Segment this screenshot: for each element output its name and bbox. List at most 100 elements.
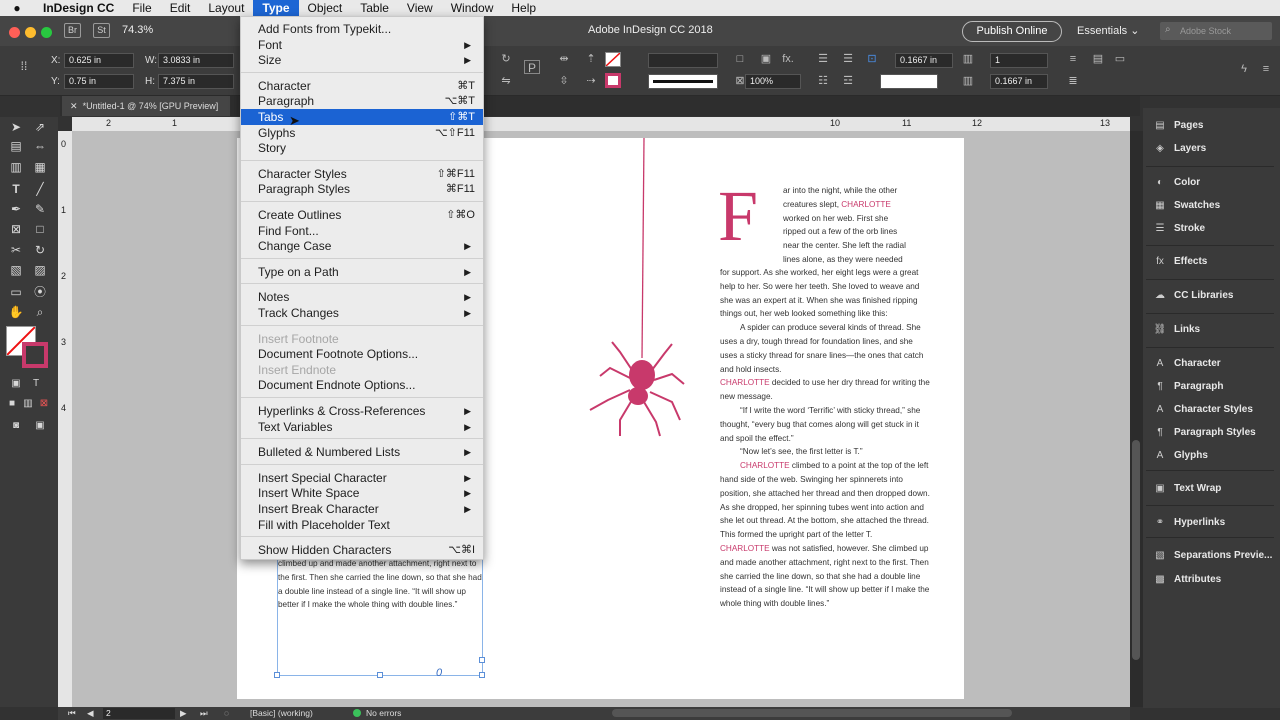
panel-links[interactable]: ⛓ Links <box>1152 321 1200 339</box>
auto-size-icon[interactable]: ▤ <box>1090 52 1106 66</box>
span-columns-icon[interactable]: ≣ <box>1065 74 1081 88</box>
h-field[interactable]: 7.375 in <box>158 74 234 89</box>
menu-item-type-on-a-path[interactable]: Type on a Path ▶ <box>241 264 483 280</box>
panel-cc-libraries[interactable]: ☁ CC Libraries <box>1152 287 1233 305</box>
panel-character-styles[interactable]: A Character Styles <box>1152 401 1253 419</box>
menu-type[interactable]: Type <box>253 0 299 16</box>
fill-none-swatch[interactable] <box>605 52 621 67</box>
story-wrap-text[interactable]: ar into the night, while the other creat… <box>783 184 927 267</box>
formatting-text-icon[interactable]: T <box>28 376 44 392</box>
select-container-icon[interactable]: ⇡ <box>583 52 599 66</box>
apply-none-icon[interactable]: ⊠ <box>36 396 52 412</box>
menu-item-bulleted-numbered-lists[interactable]: Bulleted & Numbered Lists ▶ <box>241 444 483 460</box>
line-tool-icon[interactable]: ╱ <box>32 181 48 197</box>
menu-item-fill-with-placeholder-text[interactable]: Fill with Placeholder Text <box>241 517 483 533</box>
menu-item-change-case[interactable]: Change Case ▶ <box>241 238 483 254</box>
screen-mode-icon[interactable]: ▣ <box>32 418 48 434</box>
last-page-icon[interactable]: ⏭ <box>200 708 208 719</box>
columns-icon[interactable]: ▥ <box>960 52 976 66</box>
menu-item-hyperlinks-cross-references[interactable]: Hyperlinks & Cross-References ▶ <box>241 403 483 419</box>
opacity-field[interactable]: 100% <box>745 74 801 89</box>
bridge-icon[interactable]: Br <box>64 23 81 38</box>
minimize-window-button[interactable] <box>25 27 36 38</box>
panel-glyphs[interactable]: A Glyphs <box>1152 447 1208 465</box>
stroke-weight-field[interactable] <box>648 53 718 68</box>
normal-view-icon[interactable]: ◙ <box>8 418 24 434</box>
menu-item-insert-white-space[interactable]: Insert White Space ▶ <box>241 485 483 501</box>
menu-item-tabs[interactable]: Tabs ⇧⌘T <box>241 109 483 125</box>
stroke-swatch[interactable] <box>605 73 621 88</box>
story-text-frame[interactable]: for support. As she worked, her eight le… <box>720 266 932 611</box>
panel-swatches[interactable]: ▦ Swatches <box>1152 197 1220 215</box>
panel-attributes[interactable]: ▩ Attributes <box>1152 571 1221 589</box>
panel-color[interactable]: ◐ Color <box>1152 174 1200 192</box>
panel-layers[interactable]: ◈ Layers <box>1152 140 1206 158</box>
app-menu[interactable]: InDesign CC <box>34 0 123 16</box>
document-tab[interactable]: ✕ *Untitled-1 @ 74% [GPU Preview] <box>62 96 230 116</box>
close-window-button[interactable] <box>9 27 20 38</box>
align-bottom-icon[interactable]: ☰ <box>840 52 856 66</box>
frame-handle[interactable] <box>479 672 485 678</box>
x-field[interactable]: 0.625 in <box>64 53 134 68</box>
gutter-icon[interactable]: ▥ <box>960 74 976 88</box>
menu-item-show-hidden-characters[interactable]: Show Hidden Characters ⌥⌘I <box>241 542 483 558</box>
overflow-indicator[interactable]: 0 <box>436 667 442 679</box>
baseline-icon[interactable]: ≡ <box>1065 52 1081 66</box>
menu-window[interactable]: Window <box>442 0 503 16</box>
menu-item-document-endnote-options[interactable]: Document Endnote Options... <box>241 377 483 393</box>
spider-illustration[interactable] <box>580 138 690 443</box>
text-frame-p-icon[interactable]: P <box>524 60 540 75</box>
zoom-tool-icon[interactable]: ⌕ <box>32 304 48 320</box>
menu-item-track-changes[interactable]: Track Changes ▶ <box>241 305 483 321</box>
panel-separations-preview[interactable]: ▧ Separations Previe... <box>1152 547 1272 565</box>
direct-selection-tool-icon[interactable]: ⇗ <box>32 119 48 135</box>
selection-tool-icon[interactable]: ➤ <box>8 119 24 135</box>
gradient-feather-tool-icon[interactable]: ▨ <box>32 262 48 278</box>
apply-color-icon[interactable]: ■ <box>4 396 20 412</box>
select-next-icon[interactable]: ⇢ <box>583 74 599 88</box>
frame-handle[interactable] <box>479 657 485 663</box>
page-tool-icon[interactable]: ▤ <box>8 138 24 154</box>
horizontal-scrollbar-thumb[interactable] <box>612 709 1012 717</box>
scissors-tool-icon[interactable]: ✂ <box>8 242 24 258</box>
preflight-profile[interactable]: [Basic] (working) <box>250 708 313 718</box>
apply-gradient-icon[interactable]: ▥ <box>20 396 36 412</box>
stock-app-icon[interactable]: St <box>93 23 110 38</box>
menu-layout[interactable]: Layout <box>199 0 253 16</box>
menu-object[interactable]: Object <box>299 0 352 16</box>
panel-text-wrap[interactable]: ▣ Text Wrap <box>1152 480 1221 498</box>
gradient-swatch-tool-icon[interactable]: ▧ <box>8 262 24 278</box>
first-page-icon[interactable]: ⏮ <box>68 708 76 719</box>
y-field[interactable]: 0.75 in <box>64 74 134 89</box>
scrollbar-thumb[interactable] <box>1132 440 1140 660</box>
panel-paragraph[interactable]: ¶ Paragraph <box>1152 378 1223 396</box>
align-center-icon[interactable]: ☷ <box>815 74 831 88</box>
stroke-swatch-tool[interactable] <box>22 342 48 368</box>
menu-table[interactable]: Table <box>351 0 398 16</box>
menu-item-glyphs[interactable]: Glyphs ⌥⇧F11 <box>241 125 483 141</box>
zoom-level[interactable]: 74.3% <box>122 24 153 36</box>
menu-item-story[interactable]: Story <box>241 140 483 156</box>
frame-handle[interactable] <box>274 672 280 678</box>
pencil-tool-icon[interactable]: ✎ <box>32 201 48 217</box>
menu-item-character[interactable]: Character ⌘T <box>241 78 483 94</box>
close-tab-icon[interactable]: ✕ <box>70 101 78 111</box>
rectangle-tool-icon[interactable]: □ <box>32 221 48 237</box>
gap-tool-icon[interactable]: ⇔ <box>32 138 48 154</box>
menu-item-insert-break-character[interactable]: Insert Break Character ▶ <box>241 501 483 517</box>
content-collector-icon[interactable]: ▥ <box>8 159 24 175</box>
panel-paragraph-styles[interactable]: ¶ Paragraph Styles <box>1152 424 1255 442</box>
zoom-window-button[interactable] <box>41 27 52 38</box>
x-percent-icon[interactable]: □ <box>732 52 748 66</box>
apple-icon[interactable]: ● <box>0 1 34 15</box>
menu-file[interactable]: File <box>123 0 160 16</box>
publish-online-button[interactable]: Publish Online <box>962 21 1062 42</box>
preflight-icon[interactable]: ◌ <box>224 708 229 718</box>
reference-point-icon[interactable]: ⁞⁞ <box>16 58 32 74</box>
align-top-icon[interactable]: ☰ <box>815 52 831 66</box>
preflight-errors[interactable]: No errors <box>366 708 401 718</box>
menu-item-size[interactable]: Size ▶ <box>241 52 483 68</box>
menu-item-insert-special-character[interactable]: Insert Special Character ▶ <box>241 470 483 486</box>
pen-tool-icon[interactable]: ✒ <box>8 201 24 217</box>
stock-search-input[interactable]: Adobe Stock <box>1160 22 1272 40</box>
